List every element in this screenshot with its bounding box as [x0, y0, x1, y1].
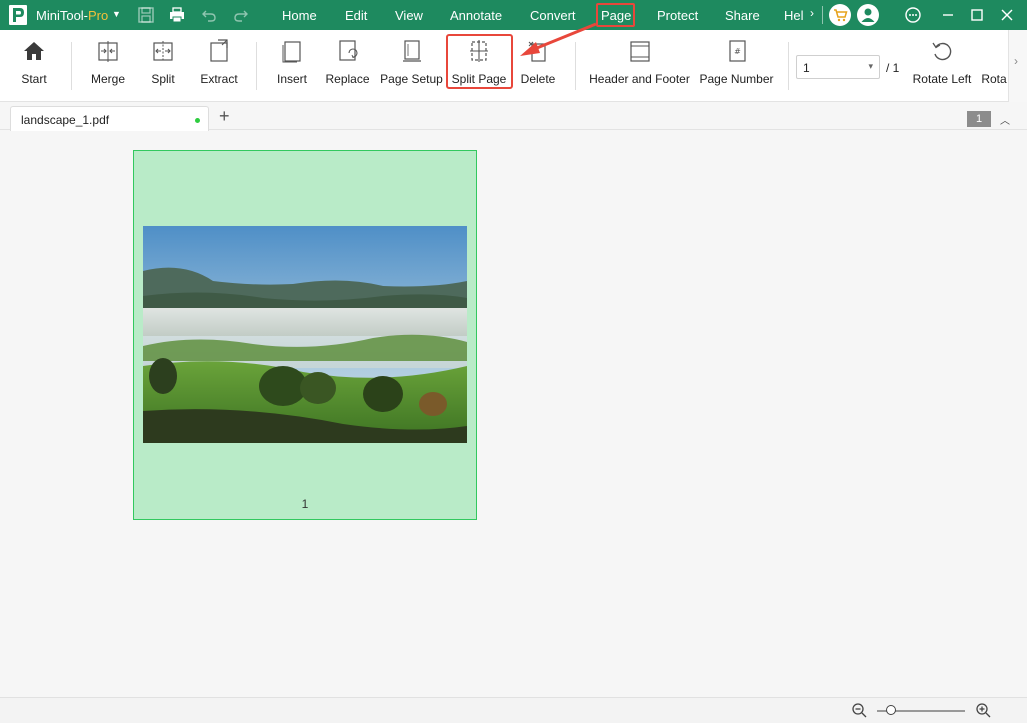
menu-edit[interactable]: Edit	[345, 8, 367, 23]
ribbon-divider	[71, 42, 72, 90]
app-name: MiniTool-Pro	[36, 8, 109, 23]
page-thumbnail-workspace: 1	[0, 131, 1027, 697]
split-button[interactable]: Split	[143, 36, 183, 94]
menu-scroll-right-icon[interactable]: ›	[810, 6, 814, 20]
svg-text:#: #	[734, 47, 741, 56]
page-setup-icon	[402, 40, 421, 62]
extract-icon	[210, 39, 228, 62]
status-bar	[0, 697, 1027, 723]
menu-home[interactable]: Home	[282, 8, 317, 23]
page-count-badge: 1	[967, 111, 991, 127]
start-button[interactable]: Start	[14, 36, 54, 94]
merge-icon	[98, 41, 118, 62]
page-number-label: Page Number	[699, 72, 774, 86]
cart-icon	[834, 9, 848, 22]
collapse-icon[interactable]: ︿	[1000, 112, 1010, 127]
titlebar-divider	[822, 6, 823, 24]
replace-button[interactable]: Replace	[325, 36, 370, 94]
rotate-left-button[interactable]: Rotate Left	[912, 36, 972, 94]
document-tab[interactable]: landscape_1.pdf	[10, 106, 209, 131]
replace-page-icon	[338, 40, 358, 61]
insert-label: Insert	[276, 72, 307, 86]
header-footer-label: Header and Footer	[589, 72, 690, 86]
merge-label: Merge	[90, 72, 125, 86]
rotate-left-label: Rotate Left	[912, 72, 972, 86]
zoom-out-icon[interactable]	[851, 702, 867, 718]
home-icon	[24, 42, 44, 60]
chevron-down-icon: ▾	[868, 61, 873, 71]
page-number-button[interactable]: # Page Number	[698, 36, 775, 94]
zoom-slider-handle[interactable]	[886, 705, 896, 715]
extract-label: Extract	[200, 72, 238, 86]
replace-label: Replace	[325, 72, 370, 86]
app-menu-caret-icon[interactable]: ▼	[112, 9, 121, 19]
insert-button[interactable]: Insert	[272, 36, 312, 94]
rotate-right-label: Rota	[981, 72, 1007, 86]
page-total: / 1	[886, 61, 900, 75]
user-icon	[861, 8, 875, 22]
header-footer-icon	[629, 41, 650, 62]
page-number-icon: #	[728, 40, 746, 62]
rotate-left-icon	[932, 42, 952, 61]
minimize-icon[interactable]	[938, 5, 958, 25]
feedback-icon[interactable]	[903, 5, 923, 25]
menu-help[interactable]: Help	[784, 8, 804, 23]
menu-annotate[interactable]: Annotate	[450, 8, 502, 23]
zoom-in-icon[interactable]	[975, 702, 991, 718]
split-label: Split	[151, 72, 175, 86]
menu-view[interactable]: View	[395, 8, 423, 23]
page-select-value: 1	[803, 61, 810, 75]
menu-share[interactable]: Share	[725, 8, 760, 23]
merge-button[interactable]: Merge	[88, 36, 128, 94]
landscape-image	[143, 226, 467, 443]
page-setup-button[interactable]: Page Setup	[380, 36, 443, 94]
document-tab-bar: landscape_1.pdf + 1 ︿	[0, 103, 1027, 131]
unsaved-dot-icon	[195, 118, 200, 123]
document-tab-name: landscape_1.pdf	[21, 113, 110, 127]
insert-page-icon	[282, 41, 301, 63]
undo-icon[interactable]	[200, 6, 218, 24]
chevron-right-icon: ›	[1014, 54, 1018, 68]
header-footer-button[interactable]: Header and Footer	[589, 36, 690, 94]
ribbon-divider	[788, 42, 789, 90]
page-setup-label: Page Setup	[380, 72, 443, 86]
close-icon[interactable]	[997, 5, 1017, 25]
print-icon[interactable]	[168, 6, 186, 24]
page-select[interactable]: 1 ▾	[796, 55, 880, 79]
page-thumbnail[interactable]: 1	[133, 150, 477, 520]
rotate-right-button[interactable]: Rota	[980, 36, 1008, 94]
cart-button[interactable]	[829, 4, 851, 26]
split-icon	[153, 41, 173, 62]
page-menu-highlight	[596, 3, 635, 27]
page-thumbnail-number: 1	[301, 497, 309, 511]
menu-protect[interactable]: Protect	[657, 8, 698, 23]
annotation-arrow-icon	[520, 22, 597, 56]
delete-label: Delete	[520, 72, 556, 86]
app-logo-icon	[9, 5, 27, 25]
redo-icon[interactable]	[232, 6, 250, 24]
ribbon-divider	[256, 42, 257, 90]
start-label: Start	[21, 72, 47, 86]
save-icon[interactable]	[137, 6, 155, 24]
maximize-icon[interactable]	[967, 5, 987, 25]
extract-button[interactable]: Extract	[198, 36, 240, 94]
add-tab-button[interactable]: +	[219, 106, 230, 127]
ribbon-scroll-right[interactable]: ›	[1008, 30, 1027, 102]
split-page-highlight	[446, 34, 513, 89]
account-button[interactable]	[857, 4, 879, 26]
